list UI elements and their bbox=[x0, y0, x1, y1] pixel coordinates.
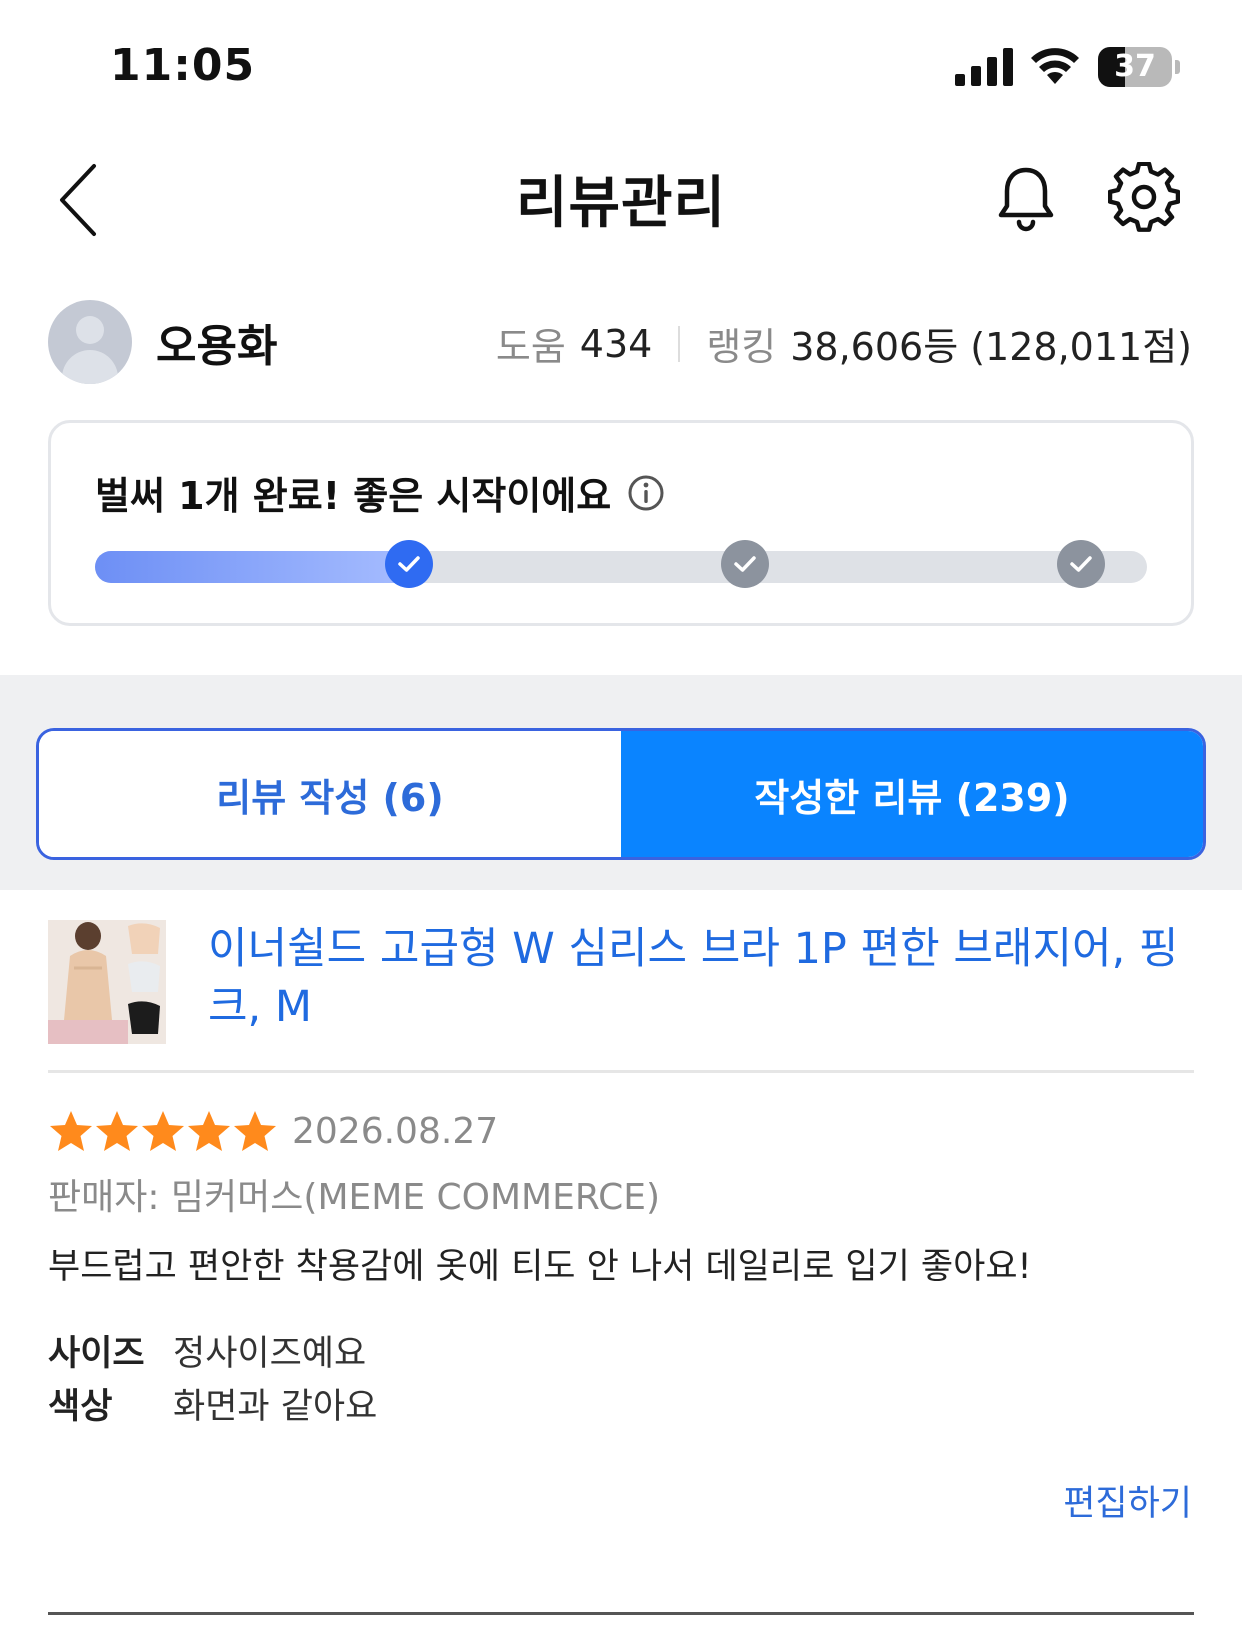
progress-card: 벌써 1개 완료! 좋은 시작이에요 bbox=[48, 420, 1194, 626]
star-icon bbox=[188, 1111, 230, 1151]
progress-track bbox=[95, 551, 1147, 583]
check-icon bbox=[1070, 556, 1092, 572]
ranking-value: 38,606등 (128,011점) bbox=[790, 325, 1192, 369]
attribute-label: 사이즈 bbox=[48, 1334, 145, 1374]
attribute-value: 화면과 같아요 bbox=[173, 1387, 378, 1427]
battery-icon: 37 bbox=[1098, 47, 1180, 87]
profile-row: 오용화 도움 434 랭킹 38,606등 (128,011점) bbox=[0, 296, 1242, 386]
seller-name: 판매자: 밈커머스(MEME COMMERCE) bbox=[48, 1177, 661, 1218]
progress-fill bbox=[95, 551, 422, 583]
help-count: 434 bbox=[579, 321, 653, 366]
battery-level: 37 bbox=[1114, 49, 1156, 84]
progress-message: 벌써 1개 완료! 좋은 시작이에요 bbox=[95, 474, 612, 518]
info-icon[interactable] bbox=[627, 474, 665, 512]
back-button[interactable] bbox=[50, 160, 120, 240]
progress-title: 벌써 1개 완료! 좋은 시작이에요 bbox=[95, 465, 665, 520]
attribute-row-size: 사이즈 정사이즈예요 bbox=[48, 1325, 366, 1376]
star-icon bbox=[142, 1111, 184, 1151]
bottom-divider bbox=[48, 1612, 1194, 1615]
review-tabs: 리뷰 작성 (6) 작성한 리뷰 (239) bbox=[36, 728, 1206, 860]
attribute-row-color: 색상 화면과 같아요 bbox=[48, 1378, 377, 1429]
stats-divider bbox=[678, 325, 681, 362]
chevron-left-icon bbox=[60, 164, 96, 236]
status-bar: 11:05 37 bbox=[0, 0, 1242, 130]
star-icon bbox=[50, 1111, 92, 1151]
progress-step-1 bbox=[385, 540, 433, 588]
settings-button[interactable] bbox=[1107, 161, 1181, 234]
edit-review-button[interactable]: 편집하기 bbox=[1063, 1475, 1192, 1526]
username: 오용화 bbox=[156, 321, 278, 372]
check-icon bbox=[398, 556, 420, 572]
check-icon bbox=[734, 556, 756, 572]
review-date: 2026.08.27 bbox=[292, 1110, 499, 1152]
avatar bbox=[48, 300, 132, 384]
ranking-label: 랭킹 bbox=[706, 325, 777, 369]
profile-stats: 도움 434 랭킹 38,606등 (128,011점) bbox=[496, 316, 1192, 371]
nav-bar: 리뷰관리 bbox=[0, 140, 1242, 250]
attribute-value: 정사이즈예요 bbox=[173, 1334, 367, 1374]
status-time: 11:05 bbox=[110, 40, 256, 91]
progress-step-3 bbox=[1057, 540, 1105, 588]
star-rating bbox=[48, 1108, 278, 1154]
product-divider bbox=[48, 1070, 1194, 1073]
bell-icon bbox=[998, 167, 1054, 232]
product-name-link[interactable]: 이너쉴드 고급형 W 심리스 브라 1P 편한 브래지어, 핑크, M bbox=[208, 920, 1198, 1036]
attribute-label: 색상 bbox=[48, 1387, 113, 1427]
tab-written-reviews[interactable]: 작성한 리뷰 (239) bbox=[621, 731, 1203, 857]
product-row[interactable]: 이너쉴드 고급형 W 심리스 브라 1P 편한 브래지어, 핑크, M bbox=[48, 920, 1194, 1070]
star-icon bbox=[96, 1111, 138, 1151]
review-text: 부드럽고 편안한 착용감에 옷에 티도 안 나서 데일리로 입기 좋아요! bbox=[48, 1247, 1032, 1287]
tab-write-review[interactable]: 리뷰 작성 (6) bbox=[39, 731, 621, 857]
cellular-signal-icon bbox=[955, 48, 1013, 86]
product-thumbnail[interactable] bbox=[48, 920, 166, 1044]
help-label: 도움 bbox=[495, 325, 566, 369]
gear-icon bbox=[1107, 161, 1181, 232]
progress-step-2 bbox=[721, 540, 769, 588]
star-icon bbox=[234, 1111, 276, 1151]
wifi-icon bbox=[1031, 48, 1079, 84]
notification-button[interactable] bbox=[990, 162, 1062, 234]
rating-row: 2026.08.27 bbox=[48, 1106, 498, 1156]
